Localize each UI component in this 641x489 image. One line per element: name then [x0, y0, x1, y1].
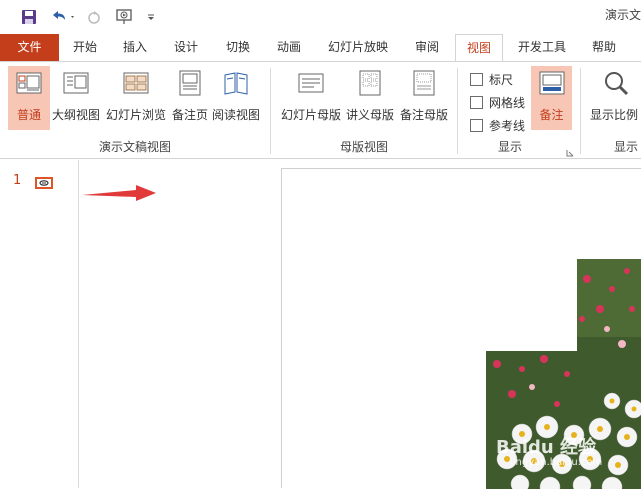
- outline-view-label: 大纲视图: [51, 108, 100, 122]
- ribbon-view: 普通 大纲视图 幻灯片浏览 备注页 阅读视图 演示文稿视图 幻灯片母版 讲义母版…: [0, 61, 641, 159]
- tab-transitions[interactable]: 切换: [215, 34, 261, 61]
- notes-master-label: 备注母版: [399, 108, 448, 122]
- notes-page-button[interactable]: 备注页: [170, 66, 210, 130]
- guides-checkbox-box[interactable]: [470, 118, 483, 132]
- save-icon[interactable]: [18, 7, 40, 27]
- reading-view-icon: [224, 72, 248, 95]
- notes-page-icon: [179, 70, 201, 96]
- tab-developer[interactable]: 开发工具: [508, 34, 576, 61]
- tab-design[interactable]: 设计: [163, 34, 209, 61]
- tab-view[interactable]: 视图: [455, 34, 503, 62]
- slide-sorter-label: 幻灯片浏览: [105, 108, 166, 122]
- gridlines-label: 网格线: [489, 95, 526, 110]
- handout-master-label: 讲义母版: [345, 108, 394, 122]
- slide-thumbnail[interactable]: [35, 177, 53, 189]
- reading-view-label: 阅读视图: [211, 108, 260, 122]
- zoom-button[interactable]: 显示比例: [586, 66, 641, 130]
- slide-sorter-icon: [123, 72, 149, 94]
- zoom-group-label: 显示: [614, 140, 639, 154]
- ruler-checkbox-box[interactable]: [470, 72, 483, 86]
- slide-master-icon: [298, 73, 324, 93]
- tab-home[interactable]: 开始: [62, 34, 108, 61]
- annotation-arrow-icon: [82, 185, 156, 201]
- redo-icon[interactable]: [84, 7, 104, 27]
- customize-qat-icon[interactable]: [144, 7, 158, 27]
- gridlines-checkbox[interactable]: 网格线: [470, 93, 525, 111]
- tab-insert[interactable]: 插入: [112, 34, 158, 61]
- group-divider: [580, 68, 581, 154]
- ruler-checkbox[interactable]: 标尺: [470, 70, 513, 88]
- dialog-launcher-icon[interactable]: [566, 146, 574, 160]
- guides-label: 参考线: [489, 118, 526, 133]
- tab-animations[interactable]: 动画: [266, 34, 312, 61]
- slide-number: 1: [13, 173, 22, 188]
- quick-access-toolbar: 演示文: [0, 0, 641, 34]
- slide-sorter-button[interactable]: 幻灯片浏览: [104, 66, 168, 130]
- handout-master-button[interactable]: 讲义母版: [344, 66, 396, 130]
- master-views-group-label: 母版视图: [339, 140, 388, 154]
- outline-view-button[interactable]: 大纲视图: [51, 66, 101, 130]
- show-group-label: 显示: [497, 140, 522, 154]
- ribbon-tabs: 文件 开始 插入 设计 切换 动画 幻灯片放映 审阅 视图 开发工具 帮助: [0, 34, 641, 62]
- handout-master-icon: [359, 70, 381, 96]
- magnifier-icon: [605, 72, 629, 96]
- link-icon: [39, 180, 49, 186]
- notes-page-label: 备注页: [171, 108, 208, 122]
- window-title: 演示文: [604, 8, 641, 22]
- notes-master-button[interactable]: 备注母版: [398, 66, 450, 130]
- tab-file[interactable]: 文件: [0, 34, 59, 61]
- ruler-label: 标尺: [489, 72, 514, 87]
- undo-icon[interactable]: [48, 7, 78, 27]
- zoom-label: 显示比例: [590, 108, 639, 122]
- notes-icon: [539, 71, 564, 95]
- tab-review[interactable]: 审阅: [404, 34, 450, 61]
- notes-label: 备注: [539, 108, 564, 122]
- normal-view-icon: [16, 72, 42, 94]
- slide-canvas[interactable]: Baidu 经验 jingyan.baidu.com: [281, 168, 641, 489]
- gridlines-checkbox-box[interactable]: [470, 95, 483, 109]
- watermark-text: Baidu 经验: [496, 437, 597, 458]
- reading-view-button[interactable]: 阅读视图: [211, 66, 261, 130]
- outline-view-icon: [63, 72, 89, 94]
- guides-checkbox[interactable]: 参考线: [470, 116, 525, 134]
- notes-master-icon: [413, 70, 435, 96]
- tab-slideshow[interactable]: 幻灯片放映: [318, 34, 398, 61]
- normal-view-label: 普通: [16, 108, 41, 122]
- slide-master-label: 幻灯片母版: [281, 108, 342, 122]
- normal-view-button[interactable]: 普通: [8, 66, 50, 130]
- present-from-start-icon[interactable]: [113, 7, 135, 27]
- watermark-url: jingyan.baidu.com: [510, 457, 603, 468]
- slide-thumbnail-pane: 1: [0, 160, 79, 488]
- tab-help[interactable]: 帮助: [582, 34, 626, 61]
- slide-master-button[interactable]: 幻灯片母版: [281, 66, 341, 130]
- notes-button[interactable]: 备注: [531, 66, 572, 130]
- presentation-views-group-label: 演示文稿视图: [98, 140, 171, 154]
